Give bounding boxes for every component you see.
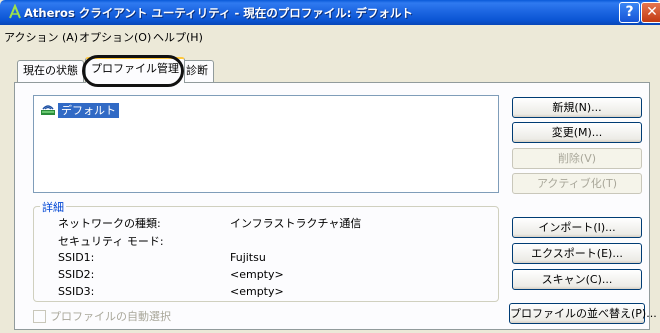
detail-label-security-mode: セキュリティ モード: <box>58 235 164 248</box>
help-button[interactable]: ? <box>619 2 640 23</box>
auto-select-checkbox[interactable] <box>33 309 46 323</box>
activate-button[interactable]: アクティブ化(T) <box>512 173 642 194</box>
list-item[interactable]: デフォルト <box>39 102 119 118</box>
profile-name: デフォルト <box>58 102 119 118</box>
detail-label-ssid3: SSID3: <box>58 285 95 298</box>
modify-button[interactable]: 変更(M)... <box>512 122 642 143</box>
wireless-profile-icon <box>41 105 55 115</box>
title-bar[interactable]: Atheros クライアント ユーティリティ - 現在のプロファイル: デフォル… <box>0 0 660 25</box>
menu-bar: アクション (A) オプション(O) ヘルプ(H) <box>0 25 660 47</box>
menu-help[interactable]: ヘルプ(H) <box>153 29 203 45</box>
window-title: Atheros クライアント ユーティリティ - 現在のプロファイル: デフォル… <box>24 6 413 20</box>
close-button[interactable]: ✕ <box>641 2 660 23</box>
auto-select-label: プロファイルの自動選択 <box>50 310 171 323</box>
detail-label-network-type: ネットワークの種類: <box>58 217 161 230</box>
detail-value-network-type: インフラストラクチャ通信 <box>230 217 362 230</box>
atheros-logo-icon <box>9 4 21 19</box>
tab-profile-management[interactable]: プロファイル管理 <box>85 57 185 83</box>
detail-value-ssid2: <empty> <box>230 268 284 281</box>
detail-label-ssid1: SSID1: <box>58 251 95 264</box>
remove-button[interactable]: 削除(V) <box>512 148 642 169</box>
close-icon: ✕ <box>646 4 658 20</box>
details-legend: 詳細 <box>40 199 66 215</box>
new-button[interactable]: 新規(N)... <box>512 97 642 118</box>
profile-list[interactable]: デフォルト <box>33 95 499 193</box>
detail-value-ssid1: Fujitsu <box>230 251 266 264</box>
import-button[interactable]: インポート(I)... <box>512 217 642 238</box>
profile-management-panel: デフォルト 詳細 ネットワークの種類: インフラストラクチャ通信 セキュリティ … <box>14 82 657 330</box>
order-profiles-button[interactable]: プロファイルの並べ替え(P)... <box>509 303 657 324</box>
menu-options[interactable]: オプション(O) <box>79 29 151 45</box>
auto-select-row[interactable]: プロファイルの自動選択 <box>33 308 171 324</box>
export-button[interactable]: エクスポート(E)... <box>512 243 642 264</box>
menu-action[interactable]: アクション (A) <box>4 29 78 45</box>
scan-button[interactable]: スキャン(C)... <box>512 269 642 290</box>
tab-diagnostics[interactable]: 診断 <box>180 60 214 82</box>
detail-label-ssid2: SSID2: <box>58 268 95 281</box>
details-group: 詳細 ネットワークの種類: インフラストラクチャ通信 セキュリティ モード: S… <box>33 199 499 302</box>
help-icon: ? <box>625 4 634 20</box>
tab-current-status[interactable]: 現在の状態 <box>17 60 84 82</box>
detail-value-ssid3: <empty> <box>230 285 284 298</box>
